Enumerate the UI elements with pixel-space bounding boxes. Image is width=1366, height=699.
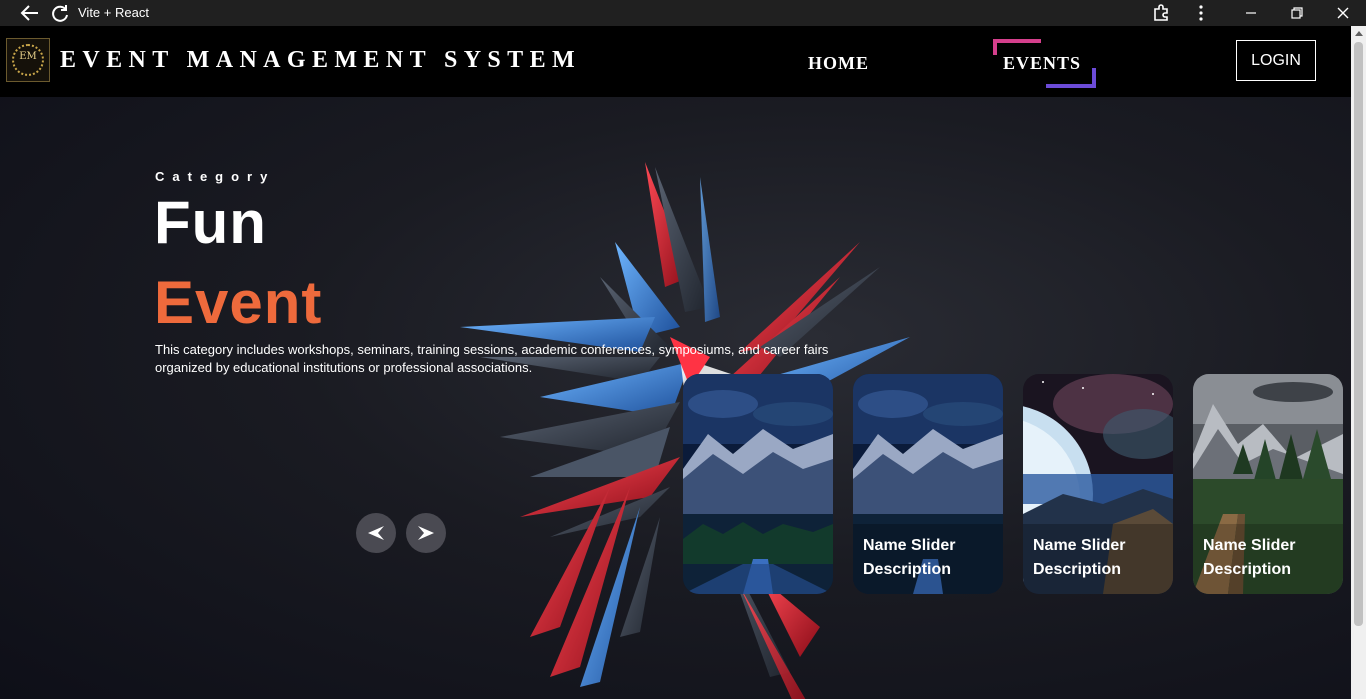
slide-name: Name Slider [1033, 537, 1126, 554]
slide-image [683, 374, 833, 594]
close-icon[interactable] [1334, 4, 1352, 22]
category-label: Category [155, 169, 276, 184]
navbar: EM EVENT MANAGEMENT SYSTEM HOME EVENTS L… [0, 26, 1351, 97]
nav-home-link[interactable]: HOME [808, 53, 869, 74]
slide-description: Description [1033, 561, 1122, 578]
prev-slide-button[interactable] [356, 513, 396, 553]
hero-title-line1: Fun [154, 189, 267, 256]
restore-icon[interactable] [1288, 4, 1306, 22]
reload-icon[interactable] [50, 4, 70, 22]
slide-card[interactable]: Name Slider Description [1193, 374, 1343, 594]
hero-slider: Category Fun Event This category include… [0, 97, 1351, 699]
arrow-right-icon [418, 526, 434, 540]
slide-description: Description [1203, 561, 1292, 578]
hero-description: This category includes workshops, semina… [155, 342, 829, 375]
login-button[interactable]: LOGIN [1236, 40, 1316, 81]
scroll-thumb[interactable] [1354, 42, 1363, 626]
slide-card[interactable]: Name Slider Description [853, 374, 1003, 594]
browser-title: Vite + React [78, 5, 149, 20]
back-arrow-icon[interactable] [20, 4, 40, 22]
browser-titlebar: Vite + React [0, 0, 1366, 26]
slide-description: Description [863, 561, 952, 578]
slide-card[interactable] [683, 374, 833, 594]
brand-title: EVENT MANAGEMENT SYSTEM [60, 47, 582, 73]
slide-card[interactable]: Name Slider Description [1023, 374, 1173, 594]
events-active-bracket-bottom [1046, 68, 1096, 88]
arrow-left-icon [368, 526, 384, 540]
logo[interactable]: EM [6, 38, 50, 82]
extensions-icon[interactable] [1152, 4, 1170, 22]
slide-name: Name Slider [863, 537, 956, 554]
next-slide-button[interactable] [406, 513, 446, 553]
page-scrollbar[interactable] [1351, 26, 1366, 699]
more-menu-icon[interactable] [1192, 4, 1210, 22]
scroll-up-arrow-icon[interactable] [1355, 31, 1363, 36]
hero-title-line2: Event [154, 269, 323, 336]
slide-name: Name Slider [1203, 537, 1296, 554]
minimize-icon[interactable] [1242, 4, 1260, 22]
logo-text: EM [19, 51, 37, 62]
